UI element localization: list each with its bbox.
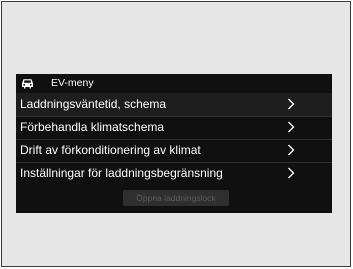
ev-menu-screen: EV-meny Laddningsväntetid, schema Förbeh… <box>16 74 332 213</box>
menu-item-climate-preconditioning[interactable]: Drift av förkonditionering av klimat <box>16 139 332 162</box>
menu-item-label: Förbehandla klimatschema <box>20 120 165 134</box>
menu-item-charge-limit-settings[interactable]: Inställningar för laddningsbegränsning <box>16 162 332 185</box>
menu-item-label: Inställningar för laddningsbegränsning <box>20 166 223 180</box>
screen-header: EV-meny <box>16 74 332 93</box>
menu-item-charging-schedule[interactable]: Laddningsväntetid, schema <box>16 93 332 116</box>
chevron-right-icon <box>288 144 295 156</box>
menu-item-label: Drift av förkonditionering av klimat <box>20 143 201 157</box>
open-charge-port-button[interactable]: Öppna laddningslock <box>123 190 229 206</box>
menu-item-climate-schedule[interactable]: Förbehandla klimatschema <box>16 116 332 139</box>
car-icon <box>22 79 33 89</box>
manual-figure-frame: EV-meny Laddningsväntetid, schema Förbeh… <box>1 1 351 267</box>
chevron-right-icon <box>288 167 295 179</box>
chevron-right-icon <box>288 121 295 133</box>
chevron-right-icon <box>288 98 295 110</box>
menu-item-label: Laddningsväntetid, schema <box>20 97 167 111</box>
screen-title: EV-meny <box>51 77 94 89</box>
